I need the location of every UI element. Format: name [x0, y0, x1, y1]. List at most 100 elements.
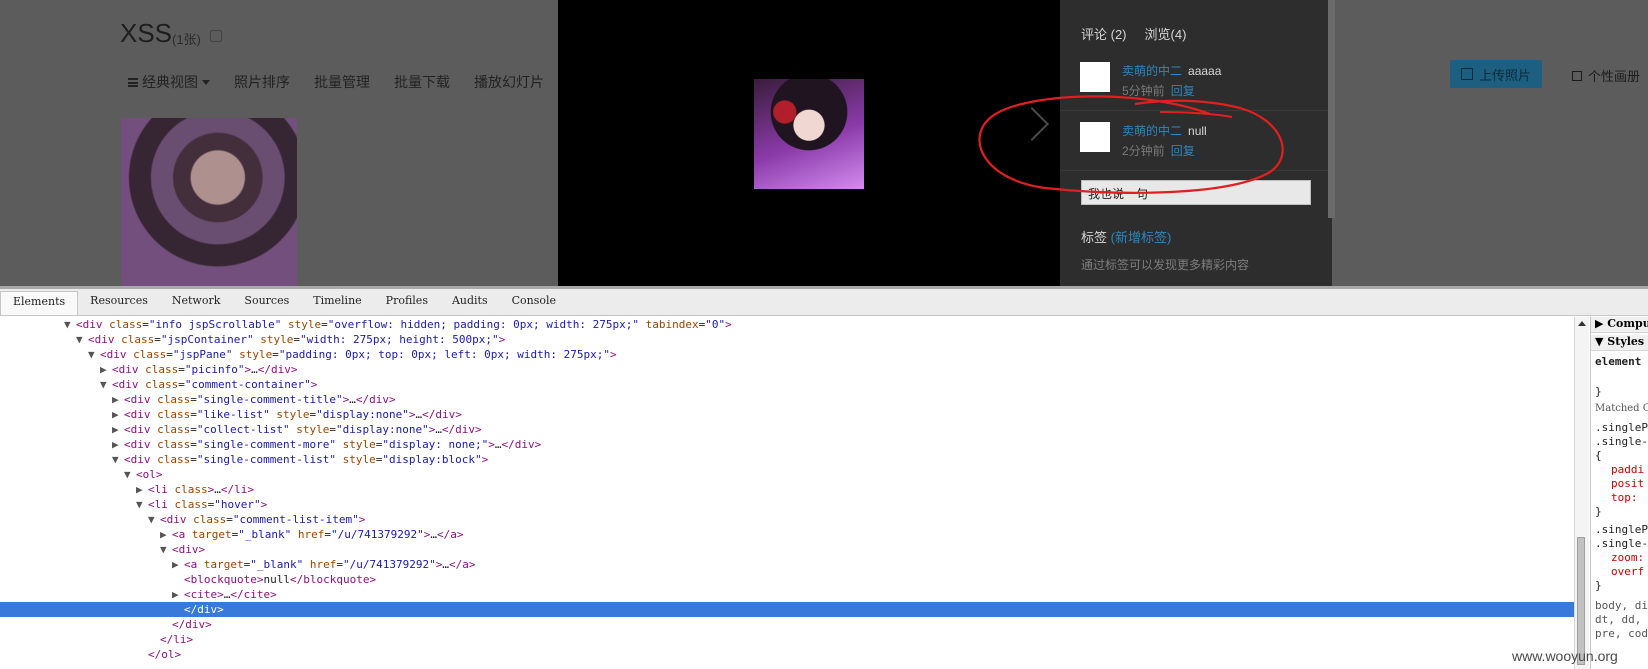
- css-property[interactable]: posit: [1611, 477, 1644, 490]
- comment-meta: 5分钟前 回复: [1122, 82, 1195, 99]
- collapsed-triangle-icon[interactable]: ▶: [112, 437, 124, 452]
- dom-node[interactable]: ▼ <div class="jspContainer" style="width:…: [0, 332, 1574, 347]
- css-property[interactable]: paddi: [1611, 463, 1644, 476]
- expanded-triangle-icon[interactable]: ▼: [160, 542, 172, 557]
- dom-node-markup: <a target="_blank" href="/u/741379292">……: [172, 528, 464, 541]
- dom-node[interactable]: ▼ <div class="jspPane" style="padding: 0p…: [0, 347, 1574, 362]
- comment-panel-scrollbar[interactable]: [1328, 0, 1335, 218]
- expanded-triangle-icon[interactable]: ▼: [76, 332, 88, 347]
- dom-node-markup: <div class="jspContainer" style="width: …: [88, 333, 506, 346]
- computed-style-header[interactable]: ▶ Comput: [1591, 317, 1648, 333]
- webpage-area: XSS (1张) 经典视图 照片排序 批量管理 批量下载 播放幻灯片 上传照片 …: [0, 0, 1648, 286]
- tab-timeline[interactable]: Timeline: [301, 289, 373, 315]
- tags-heading: 标签 (新增标签): [1081, 227, 1171, 246]
- comment-item: 卖萌的中二 aaaaa 5分钟前 回复: [1060, 50, 1328, 111]
- dom-node[interactable]: </ol>: [0, 647, 1574, 662]
- dom-node[interactable]: ▼ <ol>: [0, 467, 1574, 482]
- dom-tree-scroll-thumb[interactable]: [1577, 537, 1585, 665]
- album-photo-count: (1张): [172, 32, 201, 47]
- dom-node[interactable]: </li>: [0, 632, 1574, 647]
- rule-brace: }: [1595, 579, 1602, 592]
- dom-node[interactable]: ▶ <div class="collect-list" style="displa…: [0, 422, 1574, 437]
- add-tag-link[interactable]: (新增标签): [1111, 230, 1172, 245]
- collapsed-triangle-icon[interactable]: ▶: [112, 422, 124, 437]
- css-property[interactable]: overf: [1611, 565, 1644, 578]
- comment-username[interactable]: 卖萌的中二: [1122, 124, 1182, 138]
- dom-node-markup: <cite>…</cite>: [184, 588, 277, 601]
- upload-photo-button[interactable]: 上传照片: [1450, 60, 1542, 88]
- tab-profiles[interactable]: Profiles: [374, 289, 440, 315]
- tab-elements[interactable]: Elements: [0, 291, 79, 315]
- avatar[interactable]: [1080, 62, 1110, 92]
- nav-batch-manage[interactable]: 批量管理: [314, 72, 370, 92]
- dom-node[interactable]: ▶ <a target="_blank" href="/u/741379292">…: [0, 557, 1574, 572]
- reply-link[interactable]: 回复: [1171, 144, 1195, 158]
- upload-photo-label: 上传照片: [1478, 67, 1531, 83]
- expanded-triangle-icon[interactable]: ▼: [112, 452, 124, 467]
- nav-classic-view[interactable]: 经典视图: [128, 72, 210, 92]
- dom-node[interactable]: ▼ <li class="hover">: [0, 497, 1574, 512]
- comment-time: 2分钟前: [1122, 144, 1165, 158]
- expanded-triangle-icon[interactable]: ▼: [64, 317, 76, 332]
- personal-album-button[interactable]: 个性画册: [1572, 66, 1640, 85]
- collapsed-triangle-icon[interactable]: ▶: [100, 362, 112, 377]
- avatar[interactable]: [1080, 122, 1110, 152]
- tab-audits[interactable]: Audits: [440, 289, 500, 315]
- tab-network[interactable]: Network: [160, 289, 233, 315]
- dom-node[interactable]: ▶ <div class="like-list" style="display:n…: [0, 407, 1574, 422]
- expanded-triangle-icon[interactable]: ▼: [136, 497, 148, 512]
- dom-node[interactable]: ▼ <div class="single-comment-list" style=…: [0, 452, 1574, 467]
- inherited-rule-selector: body, di: [1595, 599, 1648, 612]
- dom-node[interactable]: ▶ <cite>…</cite>: [0, 587, 1574, 602]
- comment-username[interactable]: 卖萌的中二: [1122, 64, 1182, 78]
- expanded-triangle-icon[interactable]: ▼: [88, 347, 100, 362]
- collapsed-triangle-icon[interactable]: ▶: [112, 407, 124, 422]
- dom-node-markup: <li class="hover">: [148, 498, 268, 511]
- dom-node-markup: <a target="_blank" href="/u/741379292">……: [184, 558, 476, 571]
- nav-photo-sort[interactable]: 照片排序: [234, 72, 290, 92]
- nav-batch-download[interactable]: 批量下载: [394, 72, 450, 92]
- tab-resources[interactable]: Resources: [78, 289, 160, 315]
- watermark: www.wooyun.org: [1512, 648, 1618, 664]
- dom-node-markup: <blockquote>null</blockquote>: [184, 573, 377, 586]
- dom-node[interactable]: ▶ <li class>…</li>: [0, 482, 1574, 497]
- collapsed-triangle-icon[interactable]: ▶: [172, 587, 184, 602]
- expanded-triangle-icon[interactable]: ▼: [148, 512, 160, 527]
- comment-item: 卖萌的中二 null 2分钟前 回复: [1060, 110, 1328, 171]
- css-property[interactable]: top:: [1611, 491, 1638, 504]
- dom-node[interactable]: </div>: [0, 617, 1574, 632]
- upload-icon: [1460, 68, 1473, 80]
- collapsed-triangle-icon[interactable]: ▶: [136, 482, 148, 497]
- styles-header[interactable]: ▼ Styles: [1591, 335, 1648, 351]
- collapsed-triangle-icon[interactable]: ▶: [160, 527, 172, 542]
- collapsed-triangle-icon[interactable]: ▶: [172, 557, 184, 572]
- matched-css-label: Matched C: [1595, 403, 1648, 414]
- dom-node-selected[interactable]: </div>: [0, 602, 1574, 617]
- dom-node-markup: <div>: [172, 543, 206, 556]
- dom-node[interactable]: ▼ <div class="comment-list-item">: [0, 512, 1574, 527]
- tab-comments[interactable]: 评论 (2): [1081, 24, 1127, 43]
- reply-link[interactable]: 回复: [1171, 84, 1195, 98]
- dom-node[interactable]: ▶ <a target="_blank" href="/u/741379292">…: [0, 527, 1574, 542]
- tab-views[interactable]: 浏览(4): [1145, 24, 1187, 43]
- dom-node[interactable]: <blockquote>null</blockquote>: [0, 572, 1574, 587]
- expanded-triangle-icon[interactable]: ▼: [100, 377, 112, 392]
- dom-node[interactable]: ▼ <div>: [0, 542, 1574, 557]
- css-property[interactable]: zoom:: [1611, 551, 1644, 564]
- tab-sources[interactable]: Sources: [232, 289, 301, 315]
- dom-node[interactable]: ▼ <div class="info jspScrollable" style="…: [0, 317, 1574, 332]
- album-photo-thumbnail[interactable]: [121, 118, 297, 286]
- comment-text: aaaaa: [1188, 64, 1222, 78]
- collapsed-triangle-icon[interactable]: ▶: [112, 392, 124, 407]
- scroll-up-arrow-icon[interactable]: [1578, 321, 1586, 326]
- nav-slideshow[interactable]: 播放幻灯片: [474, 72, 544, 92]
- comment-line: 卖萌的中二 aaaaa: [1122, 62, 1221, 79]
- tab-console[interactable]: Console: [500, 289, 568, 315]
- dom-node[interactable]: ▶ <div class="single-comment-more" style=…: [0, 437, 1574, 452]
- dom-node[interactable]: ▼ <div class="comment-container">: [0, 377, 1574, 392]
- dom-node[interactable]: ▶ <div class="single-comment-title">…</di…: [0, 392, 1574, 407]
- dom-node[interactable]: ▶ <div class="picinfo">…</div>: [0, 362, 1574, 377]
- album-nav: 经典视图 照片排序 批量管理 批量下载 播放幻灯片: [128, 72, 568, 92]
- expanded-triangle-icon[interactable]: ▼: [124, 467, 136, 482]
- comment-input[interactable]: 我也说一句: [1081, 180, 1311, 205]
